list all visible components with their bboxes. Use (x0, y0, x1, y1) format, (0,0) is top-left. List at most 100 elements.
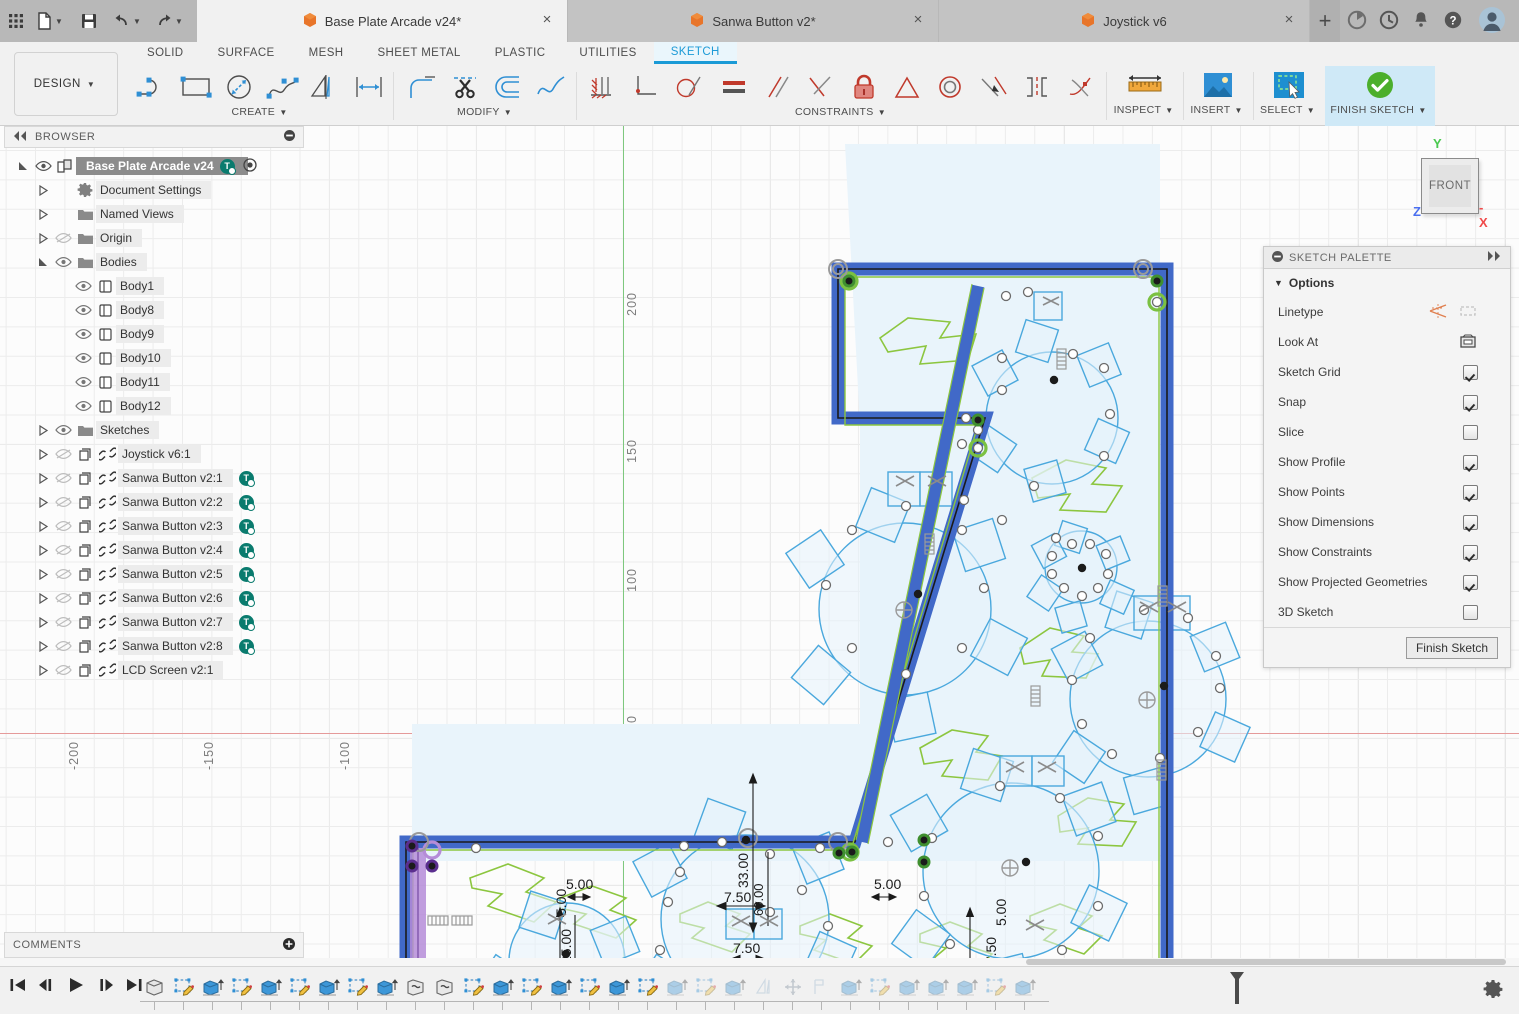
visibility-eye-icon[interactable] (72, 328, 94, 340)
browser-tree[interactable]: Base Plate Arcade v24 T Document Setting… (0, 154, 308, 682)
expand-right-icon[interactable] (1488, 251, 1502, 264)
browser-item-14[interactable]: Sanwa Button v2:3T (0, 514, 308, 538)
expand-arrow-icon[interactable] (34, 641, 52, 652)
timeline-feature-26[interactable] (894, 973, 923, 1003)
add-comment-icon[interactable] (283, 938, 295, 953)
timeline-feature-3[interactable] (227, 973, 256, 1003)
palette-row-snap[interactable]: Snap (1264, 387, 1510, 417)
palette-row-show-points[interactable]: Show Points (1264, 477, 1510, 507)
equal-icon[interactable] (712, 66, 755, 108)
expand-arrow-icon[interactable] (34, 593, 52, 604)
browser-item-17[interactable]: Sanwa Button v2:6T (0, 586, 308, 610)
browser-item-9[interactable]: Body12 (0, 394, 308, 418)
spline-icon[interactable] (261, 66, 304, 108)
visibility-eye-icon[interactable] (32, 160, 54, 172)
browser-item-1[interactable]: Named Views (0, 202, 308, 226)
browser-item-18[interactable]: Sanwa Button v2:7T (0, 610, 308, 634)
visibility-eye-icon[interactable] (72, 376, 94, 388)
horizontal-scrollbar-thumb[interactable] (1026, 959, 1506, 965)
sketch-grid-checkbox[interactable] (1463, 365, 1478, 380)
minimize-icon[interactable] (284, 130, 295, 144)
timeline-feature-12[interactable] (488, 973, 517, 1003)
expand-arrow-icon[interactable] (34, 425, 52, 436)
expand-arrow-open-icon[interactable] (14, 161, 32, 172)
visibility-eye-icon[interactable] (52, 256, 74, 268)
expand-arrow-icon[interactable] (34, 521, 52, 532)
recent-activity-icon[interactable] (1378, 9, 1402, 33)
tab-plastic[interactable]: PLASTIC (478, 42, 563, 64)
visibility-eye-icon[interactable] (52, 640, 74, 652)
palette-row-show-dimensions[interactable]: Show Dimensions (1264, 507, 1510, 537)
visibility-eye-icon[interactable] (52, 664, 74, 676)
fillet-icon[interactable] (400, 66, 443, 108)
palette-row-3d-sketch[interactable]: 3D Sketch (1264, 597, 1510, 627)
expand-arrow-icon[interactable] (34, 545, 52, 556)
visibility-eye-icon[interactable] (52, 424, 74, 436)
browser-item-11[interactable]: Joystick v6:1 (0, 442, 308, 466)
chevron-down-icon[interactable]: ▼ (1165, 106, 1173, 115)
insert-button[interactable]: INSERT ▼ (1189, 66, 1247, 124)
timeline-feature-list[interactable] (140, 973, 1039, 1003)
timeline-feature-7[interactable] (343, 973, 372, 1003)
browser-item-7[interactable]: Body10 (0, 346, 308, 370)
timeline-feature-6[interactable] (314, 973, 343, 1003)
expand-arrow-icon[interactable] (34, 617, 52, 628)
browser-item-15[interactable]: Sanwa Button v2:4T (0, 538, 308, 562)
symmetry-icon[interactable] (1015, 66, 1058, 108)
browser-item-13[interactable]: Sanwa Button v2:2T (0, 490, 308, 514)
visibility-eye-icon[interactable] (52, 568, 74, 580)
tab-sketch[interactable]: SKETCH (654, 42, 737, 64)
visibility-eye-icon[interactable] (72, 352, 94, 364)
inspect-button[interactable]: INSPECT ▼ (1112, 66, 1178, 124)
visibility-eye-icon[interactable] (52, 496, 74, 508)
visibility-eye-icon[interactable] (52, 232, 74, 244)
expand-arrow-icon[interactable] (34, 233, 52, 244)
new-file-dropdown-arrow[interactable]: ▼ (55, 17, 63, 26)
timeline-playback-controls[interactable] (8, 975, 144, 998)
help-icon[interactable]: ? (1442, 9, 1466, 33)
finish-sketch-palette-button[interactable]: Finish Sketch (1406, 637, 1498, 659)
comments-bar[interactable]: COMMENTS (4, 932, 304, 958)
timeline-feature-21[interactable] (749, 973, 778, 1003)
minimize-icon[interactable] (1272, 251, 1283, 265)
mirror-icon[interactable] (304, 66, 347, 108)
collinear-icon[interactable] (972, 66, 1015, 108)
chevron-down-icon[interactable]: ▼ (1234, 106, 1242, 115)
sketch-palette[interactable]: SKETCH PALETTE ▼ Options Linetype Look A… (1263, 246, 1511, 668)
timeline-feature-17[interactable] (633, 973, 662, 1003)
close-icon[interactable]: × (539, 12, 555, 28)
timeline-feature-16[interactable] (604, 973, 633, 1003)
job-status-icon[interactable] (1346, 9, 1370, 33)
timeline-feature-0[interactable] (140, 973, 169, 1003)
tab-mesh[interactable]: MESH (292, 42, 361, 64)
timeline-feature-13[interactable] (517, 973, 546, 1003)
browser-item-4[interactable]: Body1 (0, 274, 308, 298)
tangent-icon[interactable] (669, 66, 712, 108)
user-avatar-icon[interactable] (1478, 6, 1506, 34)
timeline-feature-22[interactable] (778, 973, 807, 1003)
timeline-feature-20[interactable] (720, 973, 749, 1003)
browser-item-8[interactable]: Body11 (0, 370, 308, 394)
document-tab-2[interactable]: Joystick v6 × (939, 0, 1309, 42)
concentric-icon[interactable] (929, 66, 972, 108)
line-icon[interactable] (132, 66, 175, 108)
timeline[interactable] (0, 966, 1519, 1014)
visibility-eye-icon[interactable] (52, 544, 74, 556)
timeline-feature-19[interactable] (691, 973, 720, 1003)
chevron-down-icon[interactable]: ▼ (1418, 106, 1426, 115)
timeline-feature-5[interactable] (285, 973, 314, 1003)
collapse-left-icon[interactable] (13, 131, 27, 144)
timeline-marker-icon[interactable] (1228, 971, 1246, 1008)
expand-arrow-icon[interactable] (34, 449, 52, 460)
browser-panel[interactable]: BROWSER Base Plate Arcade v24 T Document… (0, 126, 308, 966)
curvature-comb-icon[interactable] (529, 66, 572, 108)
browser-item-5[interactable]: Body8 (0, 298, 308, 322)
browser-item-3[interactable]: Bodies (0, 250, 308, 274)
visibility-eye-icon[interactable] (52, 472, 74, 484)
palette-row-sketch-grid[interactable]: Sketch Grid (1264, 357, 1510, 387)
timeline-feature-28[interactable] (952, 973, 981, 1003)
timeline-feature-29[interactable] (981, 973, 1010, 1003)
ground-icon[interactable] (582, 66, 625, 108)
palette-row-slice[interactable]: Slice (1264, 417, 1510, 447)
select-button[interactable]: SELECT ▼ (1259, 66, 1319, 124)
